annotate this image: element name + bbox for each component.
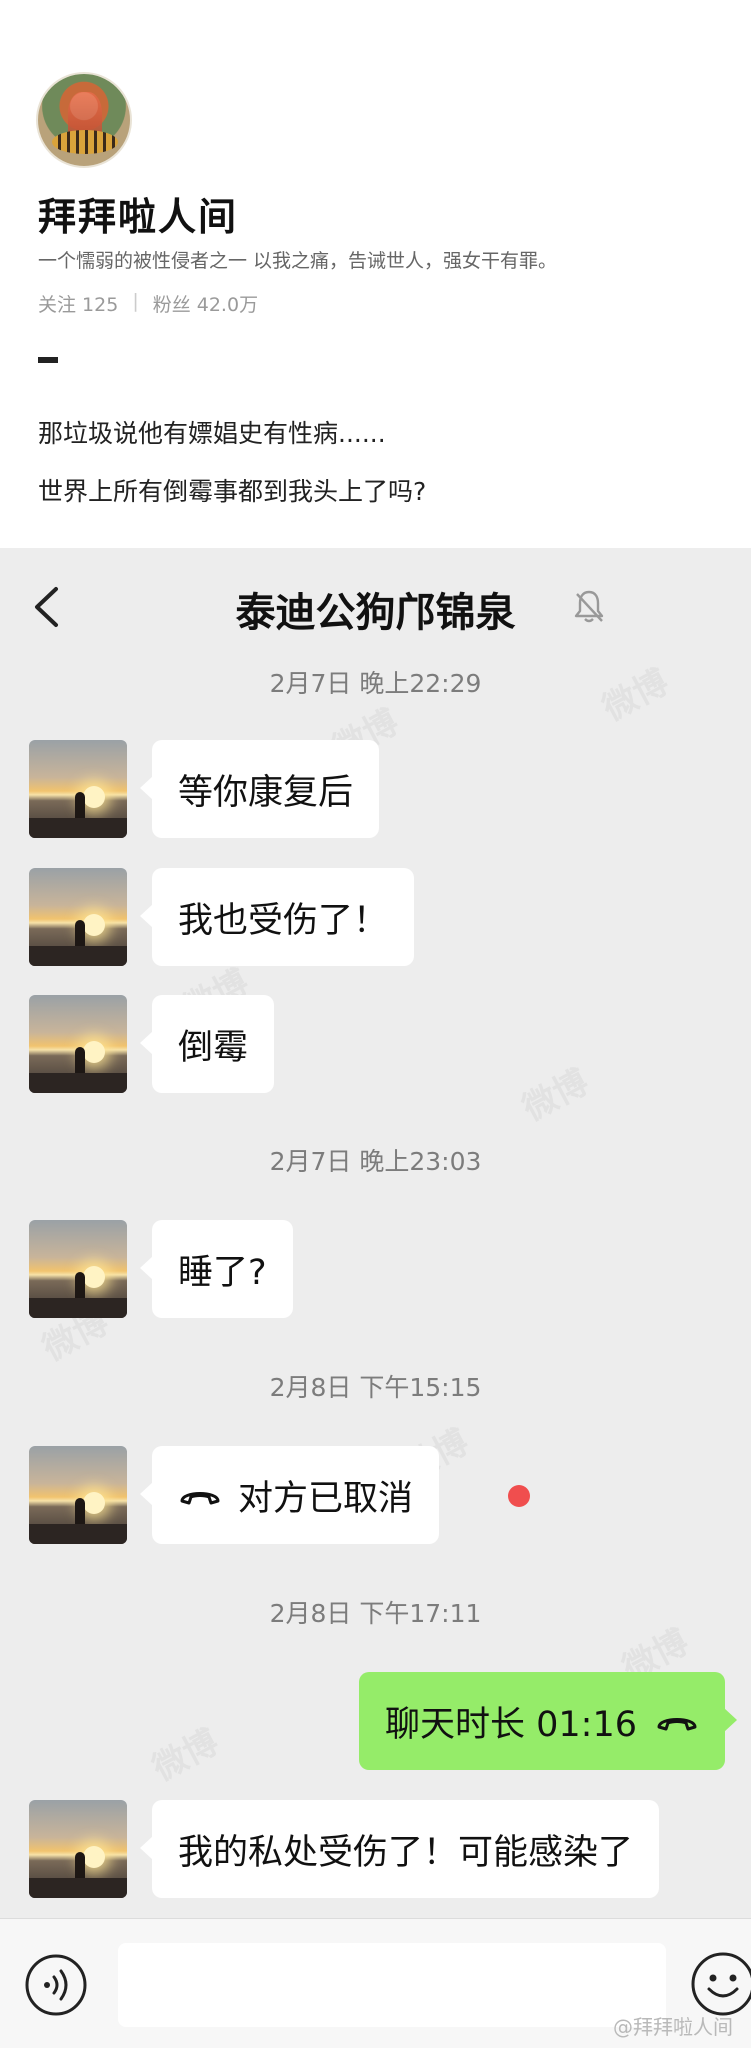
message-bubble[interactable]: 我也受伤了！	[139, 868, 415, 966]
phone-hangup-icon	[180, 1492, 220, 1505]
post-text-line: 那垃圾说他有嫖娼史有性病......	[38, 419, 386, 448]
message-text: 我也受伤了！	[178, 900, 389, 941]
message-text: 聊天时长 01:16	[385, 1704, 637, 1745]
section-divider-mark	[38, 357, 58, 363]
call-cancelled-bubble[interactable]: 对方已取消	[139, 1446, 440, 1544]
stats-separator: |	[132, 290, 139, 312]
message-input[interactable]	[118, 1943, 666, 2027]
message-bubble[interactable]: 我的私处受伤了！可能感染了	[139, 1800, 660, 1898]
message-text: 对方已取消	[238, 1478, 414, 1519]
profile-stats: 关注 125 | 粉丝 42.0万	[38, 290, 258, 317]
chat-timestamp: 2月8日 下午15:15	[269, 1373, 482, 1402]
contact-avatar[interactable]	[29, 1220, 127, 1318]
post-text-line: 世界上所有倒霉事都到我头上了吗?	[38, 477, 427, 506]
message-text: 等你康复后	[178, 772, 354, 813]
following-count[interactable]: 关注 125	[38, 290, 118, 317]
chat-timestamp: 2月8日 下午17:11	[269, 1599, 482, 1628]
chat-input-bar: @拜拜啦人间	[0, 1918, 751, 2048]
phone-hangup-icon	[657, 1718, 697, 1731]
call-duration-bubble[interactable]: 聊天时长 01:16	[359, 1672, 737, 1770]
contact-avatar[interactable]	[29, 1800, 127, 1898]
message-bubble[interactable]: 等你康复后	[139, 740, 380, 838]
message-text: 倒霉	[178, 1027, 249, 1068]
message-bubble[interactable]: 倒霉	[139, 995, 275, 1093]
weibo-credit-watermark: @拜拜啦人间	[613, 2015, 733, 2039]
profile-avatar[interactable]	[36, 72, 132, 168]
message-text: 我的私处受伤了！可能感染了	[178, 1832, 634, 1873]
chat-title: 泰迪公狗邝锦泉	[235, 590, 516, 636]
muted-bell-icon	[574, 590, 604, 623]
contact-avatar[interactable]	[29, 868, 127, 966]
message-bubble[interactable]: 睡了?	[140, 1220, 293, 1318]
message-text: 睡了?	[178, 1252, 267, 1293]
profile-name[interactable]: 拜拜啦人间	[38, 186, 238, 241]
chat-timestamp: 2月7日 晚上22:29	[269, 669, 482, 698]
contact-avatar[interactable]	[29, 740, 127, 838]
followers-count[interactable]: 粉丝 42.0万	[153, 290, 258, 317]
chat-header: 泰迪公狗邝锦泉	[0, 548, 751, 658]
unread-dot	[508, 1485, 530, 1507]
profile-bio: 一个懦弱的被性侵者之一 以我之痛，告诫世人，强女干有罪。	[38, 250, 558, 272]
chat-timestamp: 2月7日 晚上23:03	[269, 1147, 482, 1176]
weibo-profile-header: 拜拜啦人间 一个懦弱的被性侵者之一 以我之痛，告诫世人，强女干有罪。 关注 12…	[0, 0, 751, 548]
contact-avatar[interactable]	[29, 1446, 127, 1544]
chat-screenshot: 微博 微博 微博 微博 微博 微博 微博 微博 微博 泰迪公狗邝锦泉 2月7日 …	[0, 548, 751, 2048]
voice-input-icon[interactable]	[24, 1953, 88, 2017]
emoji-icon[interactable]	[690, 1951, 751, 2017]
contact-avatar[interactable]	[29, 995, 127, 1093]
